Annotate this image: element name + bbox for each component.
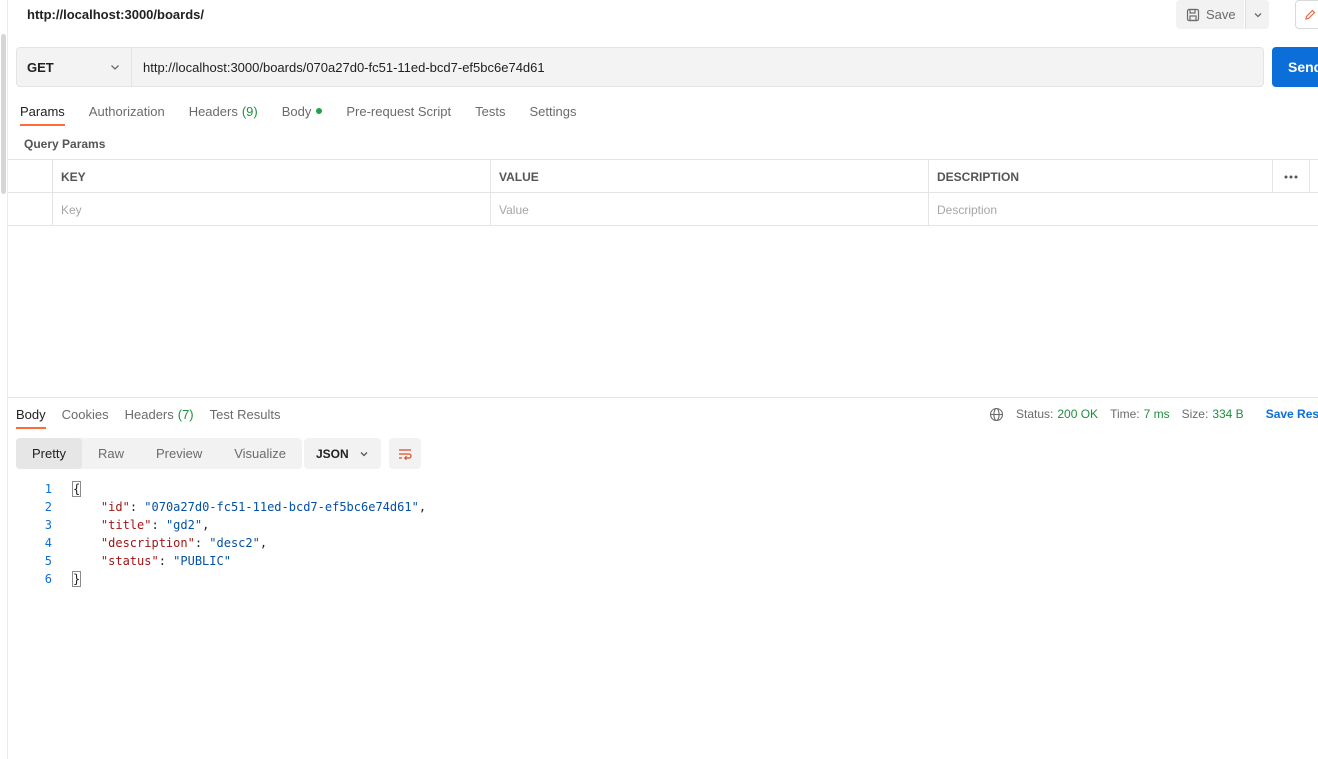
url-bar: GET http://localhost:3000/boards/070a27d… (16, 47, 1264, 87)
tab-response-body[interactable]: Body (16, 399, 46, 429)
chevron-down-icon (1254, 12, 1261, 17)
save-label: Save (1206, 7, 1236, 22)
key-input[interactable]: Key (53, 193, 491, 226)
tab-tests[interactable]: Tests (475, 96, 505, 126)
request-header: http://localhost:3000/boards/ (8, 0, 1318, 30)
wrap-lines-icon (399, 448, 412, 460)
code-line: 3 "title": "gd2", (16, 516, 426, 534)
chevron-down-icon (360, 451, 368, 456)
json-value: "070a27d0-fc51-11ed-bcd7-ef5bc6e74d61" (144, 500, 419, 514)
tab-cookies[interactable]: Cookies (62, 399, 109, 429)
line-number: 6 (44, 572, 52, 586)
json-value: "PUBLIC" (173, 554, 231, 568)
query-params-label: Query Params (24, 137, 106, 151)
save-button[interactable]: Save (1176, 0, 1244, 29)
format-label: JSON (316, 446, 349, 461)
time-value: 7 ms (1143, 407, 1170, 421)
row-checkbox-cell (8, 193, 53, 226)
view-pretty-button[interactable]: Pretty (16, 438, 82, 469)
code-line: 4 "description": "desc2", (16, 534, 426, 552)
view-visualize-button[interactable]: Visualize (218, 438, 302, 469)
more-horizontal-icon (1284, 175, 1298, 178)
size-label: Size: (1181, 407, 1209, 421)
description-column-header: DESCRIPTION (929, 160, 1273, 193)
request-name[interactable]: http://localhost:3000/boards/ (27, 7, 204, 22)
tab-test-results[interactable]: Test Results (210, 399, 281, 429)
save-icon (1186, 8, 1200, 21)
save-group: Save (1176, 0, 1269, 29)
line-number: 5 (44, 554, 52, 568)
size-value: 334 B (1212, 407, 1244, 421)
value-input[interactable]: Value (491, 193, 929, 226)
more-options-button[interactable] (1273, 160, 1310, 193)
status-value: 200 OK (1057, 407, 1099, 421)
save-response-button[interactable]: Save Response (1266, 407, 1318, 421)
view-mode-group: Pretty Raw Preview Visualize (16, 438, 303, 469)
size-segment: Size: 334 B (1182, 407, 1244, 421)
response-headers-count: (7) (177, 406, 194, 422)
tab-response-headers[interactable]: Headers (7) (125, 399, 194, 429)
line-number: 4 (44, 536, 52, 550)
tab-authorization[interactable]: Authorization (89, 96, 165, 126)
json-key: "id" (100, 500, 130, 514)
response-code-editor[interactable]: 1{ 2 "id": "070a27d0-fc51-11ed-bcd7-ef5b… (16, 480, 426, 588)
json-key: "description" (100, 536, 195, 550)
pane-divider[interactable] (8, 397, 1318, 398)
view-preview-button[interactable]: Preview (140, 438, 218, 469)
method-label: GET (27, 59, 54, 75)
time-label: Time: (1110, 407, 1140, 421)
json-key: "title" (100, 518, 152, 532)
code-line: 1{ (16, 480, 426, 498)
line-number: 1 (44, 482, 52, 496)
time-segment: Time: 7 ms (1110, 407, 1170, 421)
response-tabs: Body Cookies Headers (7) Test Results (16, 399, 296, 431)
view-raw-button[interactable]: Raw (82, 438, 140, 469)
code-line: 6} (16, 570, 426, 588)
body-indicator-dot (316, 108, 323, 114)
query-params-table: KEY VALUE DESCRIPTION Key Value Descript… (8, 159, 1318, 226)
format-select[interactable]: JSON (304, 438, 381, 469)
tab-params[interactable]: Params (20, 96, 65, 126)
json-value: "gd2" (165, 518, 203, 532)
code-line: 2 "id": "070a27d0-fc51-11ed-bcd7-ef5bc6e… (16, 498, 426, 516)
table-row: Key Value Description (8, 193, 1318, 226)
pencil-icon (1305, 9, 1316, 20)
line-number: 2 (44, 500, 52, 514)
response-meta: Status: 200 OK Time: 7 ms Size: 334 B Save … (989, 406, 1318, 422)
edit-button[interactable] (1295, 0, 1318, 29)
json-key: "status" (100, 554, 159, 568)
left-scrollbar[interactable] (0, 0, 8, 759)
value-column-header: VALUE (491, 160, 929, 193)
save-options-button[interactable] (1245, 0, 1269, 29)
tab-settings[interactable]: Settings (529, 96, 576, 126)
wrap-lines-button[interactable] (389, 438, 421, 469)
globe-icon[interactable] (989, 407, 1004, 422)
request-tabs: Params Authorization Headers (9) Body Pre… (20, 96, 600, 128)
headers-count: (9) (241, 103, 258, 119)
tab-headers[interactable]: Headers (9) (189, 96, 258, 126)
open-brace: { (72, 481, 82, 497)
status-label: Status: (1016, 407, 1054, 421)
close-brace: } (72, 571, 82, 587)
table-header-row: KEY VALUE DESCRIPTION (8, 160, 1318, 193)
description-input[interactable]: Description (929, 193, 1273, 226)
code-line: 5 "status": "PUBLIC" (16, 552, 426, 570)
scrollbar-thumb[interactable] (1, 34, 6, 194)
chevron-down-icon (111, 65, 119, 70)
tab-body[interactable]: Body (282, 96, 323, 126)
tab-pre-request-script[interactable]: Pre-request Script (346, 96, 451, 126)
method-select[interactable]: GET (17, 48, 132, 86)
line-number: 3 (44, 518, 52, 532)
checkbox-column-header (8, 160, 53, 193)
key-column-header: KEY (53, 160, 491, 193)
send-button[interactable]: Send (1272, 47, 1318, 87)
json-value: "desc2" (209, 536, 260, 550)
url-input[interactable]: http://localhost:3000/boards/070a27d0-fc… (132, 48, 1263, 86)
